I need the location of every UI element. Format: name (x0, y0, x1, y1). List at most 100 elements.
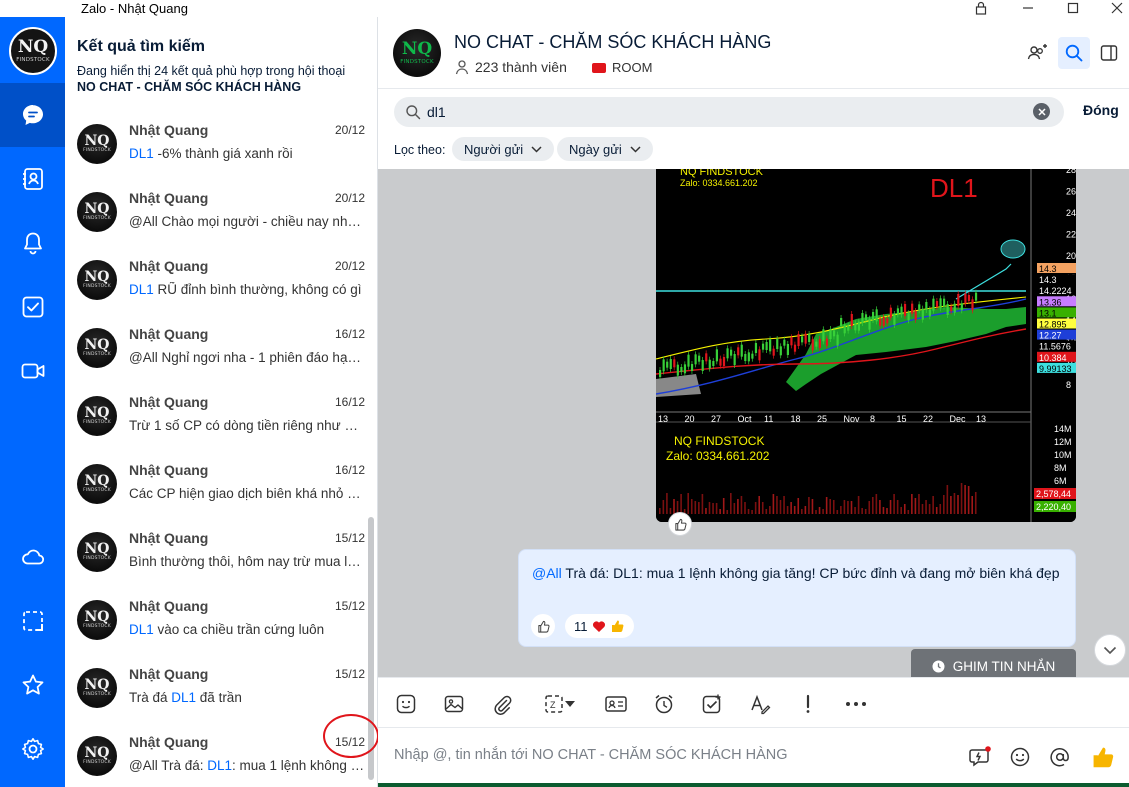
message-composer[interactable]: Nhập @, tin nhắn tới NO CHAT - CHĂM SÓC … (378, 727, 1129, 787)
more-options-button[interactable] (842, 690, 870, 718)
image-button[interactable] (440, 690, 468, 718)
reminder-button[interactable] (650, 690, 678, 718)
search-result-item[interactable]: NQ FINDSTOCK Nhật Quang 15/12 Trà đá DL1 đã … (65, 657, 378, 725)
chart-volume-tick: 8M (1054, 463, 1067, 473)
chart-volume-bar (850, 501, 853, 514)
filter-date-dropdown[interactable]: Ngày gửi (557, 137, 653, 161)
search-result-item[interactable]: NQ FINDSTOCK Nhật Quang 15/12 DL1 vào ca chi… (65, 589, 378, 657)
assign-task-button[interactable] (698, 690, 726, 718)
chart-volume-bar (967, 486, 970, 514)
chat-title: NO CHAT - CHĂM SÓC KHÁCH HÀNG (454, 32, 772, 52)
chart-x-tick: 25 (817, 414, 827, 424)
chart-candle-body (921, 308, 924, 320)
search-result-item[interactable]: NQ FINDSTOCK Nhật Quang 15/12 Bình thường th… (65, 521, 378, 589)
nav-favorites-button[interactable] (0, 653, 65, 717)
chart-volume-bar (911, 494, 913, 514)
message-snippet: Trừ 1 số CP có dòng tiền riêng như FPT, … (129, 418, 365, 433)
smiley-icon (1010, 747, 1030, 767)
chart-volume-bar (719, 509, 721, 514)
chart-candle-body (744, 354, 747, 361)
message-date: 15/12 (334, 531, 365, 545)
nav-messages-button[interactable] (0, 83, 65, 147)
message-bubble[interactable]: @All Trà đá: DL1: mua 1 lệnh không gia t… (518, 549, 1076, 647)
sender-avatar: NQ FINDSTOCK (77, 260, 117, 300)
chart-volume-bar (687, 493, 689, 514)
room-tag[interactable]: ROOM (592, 60, 652, 75)
chart-candle-body (925, 302, 928, 310)
message-search-input[interactable]: dl1 (394, 97, 1064, 127)
nav-video-button[interactable] (0, 339, 65, 403)
chart-candle-body (825, 338, 829, 346)
toggle-info-panel-button[interactable] (1093, 37, 1125, 69)
chart-volume-bar (896, 500, 899, 514)
group-avatar[interactable]: NQ FINDSTOCK (393, 29, 441, 77)
search-result-item[interactable]: NQ FINDSTOCK Nhật Quang 20/12 DL1 -6% thành … (65, 113, 378, 181)
nav-notifications-button[interactable] (0, 211, 65, 275)
search-result-item[interactable]: NQ FINDSTOCK Nhật Quang 20/12 DL1 RŨ đỉnh bì… (65, 249, 378, 317)
close-search-button[interactable]: Đóng (1083, 102, 1119, 118)
message-snippet: Trà đá DL1 đã trần (129, 690, 242, 705)
chart-volume-bar (740, 496, 743, 514)
add-member-button[interactable] (1021, 37, 1053, 69)
nav-contacts-button[interactable] (0, 147, 65, 211)
chart-volume-bar (953, 493, 956, 514)
search-result-item[interactable]: NQ FINDSTOCK Nhật Quang 16/12 Các CP hiện gi… (65, 453, 378, 521)
chart-volume-tick: 12M (1054, 437, 1072, 447)
chevron-down-icon (1103, 646, 1117, 654)
user-avatar[interactable]: NQ FINDSTOCK (9, 27, 57, 75)
chart-candle-body (857, 321, 860, 331)
composer-placeholder[interactable]: Nhập @, tin nhắn tới NO CHAT - CHĂM SÓC … (394, 747, 788, 763)
search-result-item[interactable]: NQ FINDSTOCK Nhật Quang 20/12 @All Chào mọi … (65, 181, 378, 249)
chart-volume-bar (872, 497, 874, 514)
text-format-button[interactable] (746, 690, 774, 718)
attach-file-button[interactable] (488, 690, 516, 718)
send-thumbs-up-button[interactable] (1089, 743, 1117, 771)
chart-price-tag-label: 11.5676 (1039, 342, 1071, 352)
member-count[interactable]: 223 thành viên (454, 59, 567, 75)
nav-screenshot-button[interactable] (0, 589, 65, 653)
search-in-chat-button[interactable] (1058, 37, 1090, 69)
sender-avatar: NQ FINDSTOCK (77, 396, 117, 436)
maximize-button[interactable] (1058, 0, 1088, 16)
chart-volume-tick: 14M (1054, 424, 1072, 434)
business-card-button[interactable] (602, 690, 630, 718)
emoji-button[interactable] (1006, 743, 1034, 771)
chart-candle-body (822, 329, 825, 342)
nav-todo-button[interactable] (0, 275, 65, 339)
close-button[interactable] (1102, 0, 1129, 16)
clear-search-button[interactable] (1033, 103, 1050, 120)
chart-candle-body (680, 367, 683, 372)
search-result-item[interactable]: NQ FINDSTOCK Nhật Quang 16/12 Trừ 1 số CP có… (65, 385, 378, 453)
chart-candle-body (896, 308, 900, 315)
mark-important-button[interactable] (794, 690, 822, 718)
chart-volume-bar (868, 501, 871, 514)
minimize-button[interactable] (1013, 0, 1043, 16)
screenshot-button[interactable]: Z (536, 690, 582, 718)
quick-message-button[interactable] (966, 743, 994, 771)
chart-image-attachment[interactable]: NQ FINDSTOCK Zalo: 0334.661.202 DL1 NQ F… (656, 169, 1076, 522)
image-like-button[interactable] (668, 512, 692, 536)
chart-volume-bar (928, 504, 931, 514)
message-like-button[interactable] (531, 614, 555, 638)
pin-message-button[interactable]: GHIM TIN NHẮN (911, 649, 1076, 677)
chart-candle-body (673, 359, 676, 368)
scroll-to-bottom-button[interactable] (1094, 634, 1126, 666)
mention-button[interactable] (1046, 743, 1074, 771)
lock-icon[interactable] (966, 0, 996, 16)
search-result-item[interactable]: NQ FINDSTOCK Nhật Quang 16/12 @All Nghỉ ngơi… (65, 317, 378, 385)
nav-cloud-button[interactable] (0, 525, 65, 589)
chart-volume-bar (772, 494, 775, 514)
screenshot-icon: Z (545, 695, 563, 713)
filter-sender-dropdown[interactable]: Người gửi (452, 137, 555, 161)
chart-volume-bar (879, 500, 881, 514)
chart-x-tick: 13 (658, 414, 668, 424)
nav-settings-button[interactable] (0, 717, 65, 781)
more-horizontal-icon (846, 702, 866, 706)
sender-avatar: NQ FINDSTOCK (77, 124, 117, 164)
chart-price-tag-label: 13.36 (1039, 297, 1062, 307)
chart-volume-bar (971, 496, 973, 514)
reaction-summary[interactable]: 11 (565, 614, 634, 638)
chart-watermark-title-lower: NQ FINDSTOCK (674, 434, 764, 448)
sticker-button[interactable] (392, 690, 420, 718)
chart-candle-body (801, 336, 804, 343)
